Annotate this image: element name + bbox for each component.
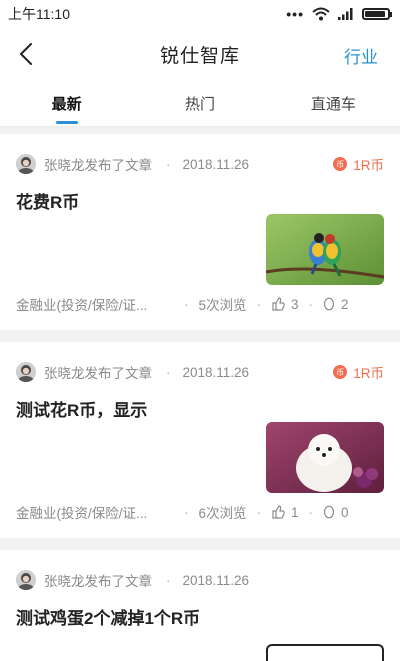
comment-count: 0 [341, 504, 349, 520]
avatar[interactable] [16, 154, 36, 174]
status-time: 上午11:10 [8, 6, 70, 22]
tab-divider [0, 126, 400, 134]
author-line: 张晓龙发布了文章 [44, 366, 152, 381]
post-date: 2018.11.26 [182, 156, 250, 172]
card-separator [0, 538, 400, 550]
post-footer: 金融业(投资/保险/证... · 5次浏览 · 3 · 2 [16, 294, 384, 314]
post-category[interactable]: 金融业(投资/保险/证... [16, 502, 174, 522]
tab-label: 最新 [51, 96, 82, 113]
view-count: 5次浏览 [198, 298, 247, 313]
active-tab-indicator [55, 121, 78, 124]
tab-bar: 最新 热门 直通车 [0, 88, 400, 126]
app-header: 锐仕智库 行业 [0, 34, 400, 74]
page-title: 锐仕智库 [159, 45, 240, 67]
post-card[interactable]: 张晓龙发布了文章 · 2018.11.26 币 1R币 花费R币 金融业(投资/… [0, 134, 400, 330]
tab-label: 直通车 [310, 96, 356, 113]
post-title[interactable]: 测试鸡蛋2个减掉1个R币 [16, 604, 384, 629]
post-meta: 张晓龙发布了文章 · 2018.11.26 [16, 134, 384, 180]
author-line: 张晓龙发布了文章 [44, 158, 152, 173]
like-stat[interactable]: 3 [271, 297, 299, 312]
like-count: 1 [291, 504, 299, 520]
like-stat[interactable]: 1 [271, 505, 299, 520]
author-line: 张晓龙发布了文章 [44, 574, 152, 589]
post-title[interactable]: 测试花R币，显示 [16, 396, 384, 421]
separator: · [166, 572, 171, 588]
status-icons: ••• [286, 6, 392, 22]
post-card[interactable]: 张晓龙发布了文章 · 2018.11.26 测试鸡蛋2个减掉1个R币 [0, 550, 400, 661]
wifi-icon [312, 7, 330, 21]
post-date: 2018.11.26 [182, 572, 250, 588]
separator: · [166, 364, 171, 380]
card-separator [0, 330, 400, 342]
avatar[interactable] [16, 570, 36, 590]
back-button[interactable] [12, 38, 40, 70]
battery-level [365, 11, 385, 17]
tab-popular[interactable]: 热门 [133, 88, 266, 126]
post-thumbnail-sketch[interactable] [266, 644, 384, 661]
like-icon [272, 505, 285, 519]
industry-button[interactable]: 行业 [344, 43, 378, 68]
post-card[interactable]: 张晓龙发布了文章 · 2018.11.26 币 1R币 测试花R币，显示 金融业… [0, 342, 400, 538]
separator: · [256, 296, 262, 312]
comment-icon [323, 297, 335, 311]
reward-amount: 1R币 [353, 158, 384, 173]
separator: · [256, 504, 262, 520]
reward-badge: 币 1R币 [333, 154, 384, 174]
post-title[interactable]: 花费R币 [16, 188, 384, 213]
post-footer: 金融业(投资/保险/证... · 6次浏览 · 1 · 0 [16, 502, 384, 522]
post-meta: 张晓龙发布了文章 · 2018.11.26 [16, 342, 384, 388]
separator: · [308, 296, 314, 312]
reward-badge: 币 1R币 [333, 362, 384, 382]
post-date: 2018.11.26 [182, 364, 250, 380]
tab-express[interactable]: 直通车 [267, 88, 400, 126]
view-count: 6次浏览 [198, 506, 247, 521]
tab-latest[interactable]: 最新 [0, 88, 133, 126]
notification-dots-icon: ••• [286, 6, 304, 22]
battery-icon [362, 8, 392, 20]
post-feed[interactable]: 张晓龙发布了文章 · 2018.11.26 币 1R币 花费R币 金融业(投资/… [0, 134, 400, 661]
like-icon [272, 297, 285, 311]
post-thumbnail-dog[interactable] [266, 422, 384, 493]
separator: · [184, 296, 189, 312]
comment-count: 2 [341, 296, 349, 312]
post-category[interactable]: 金融业(投资/保险/证... [16, 294, 174, 314]
coin-icon: 币 [333, 365, 348, 379]
comment-icon [323, 505, 335, 519]
post-meta: 张晓龙发布了文章 · 2018.11.26 [16, 550, 384, 596]
comment-stat[interactable]: 0 [323, 505, 349, 520]
coin-icon: 币 [333, 157, 348, 171]
reward-amount: 1R币 [353, 366, 384, 381]
tab-label: 热门 [184, 96, 215, 113]
chevron-left-icon [19, 43, 32, 65]
separator: · [308, 504, 314, 520]
signal-icon [338, 8, 353, 20]
separator: · [184, 504, 189, 520]
avatar[interactable] [16, 362, 36, 382]
post-thumbnail-birds[interactable] [266, 214, 384, 285]
like-count: 3 [291, 296, 299, 312]
comment-stat[interactable]: 2 [323, 297, 349, 312]
separator: · [166, 156, 171, 172]
status-bar: 上午11:10 ••• [0, 0, 400, 28]
